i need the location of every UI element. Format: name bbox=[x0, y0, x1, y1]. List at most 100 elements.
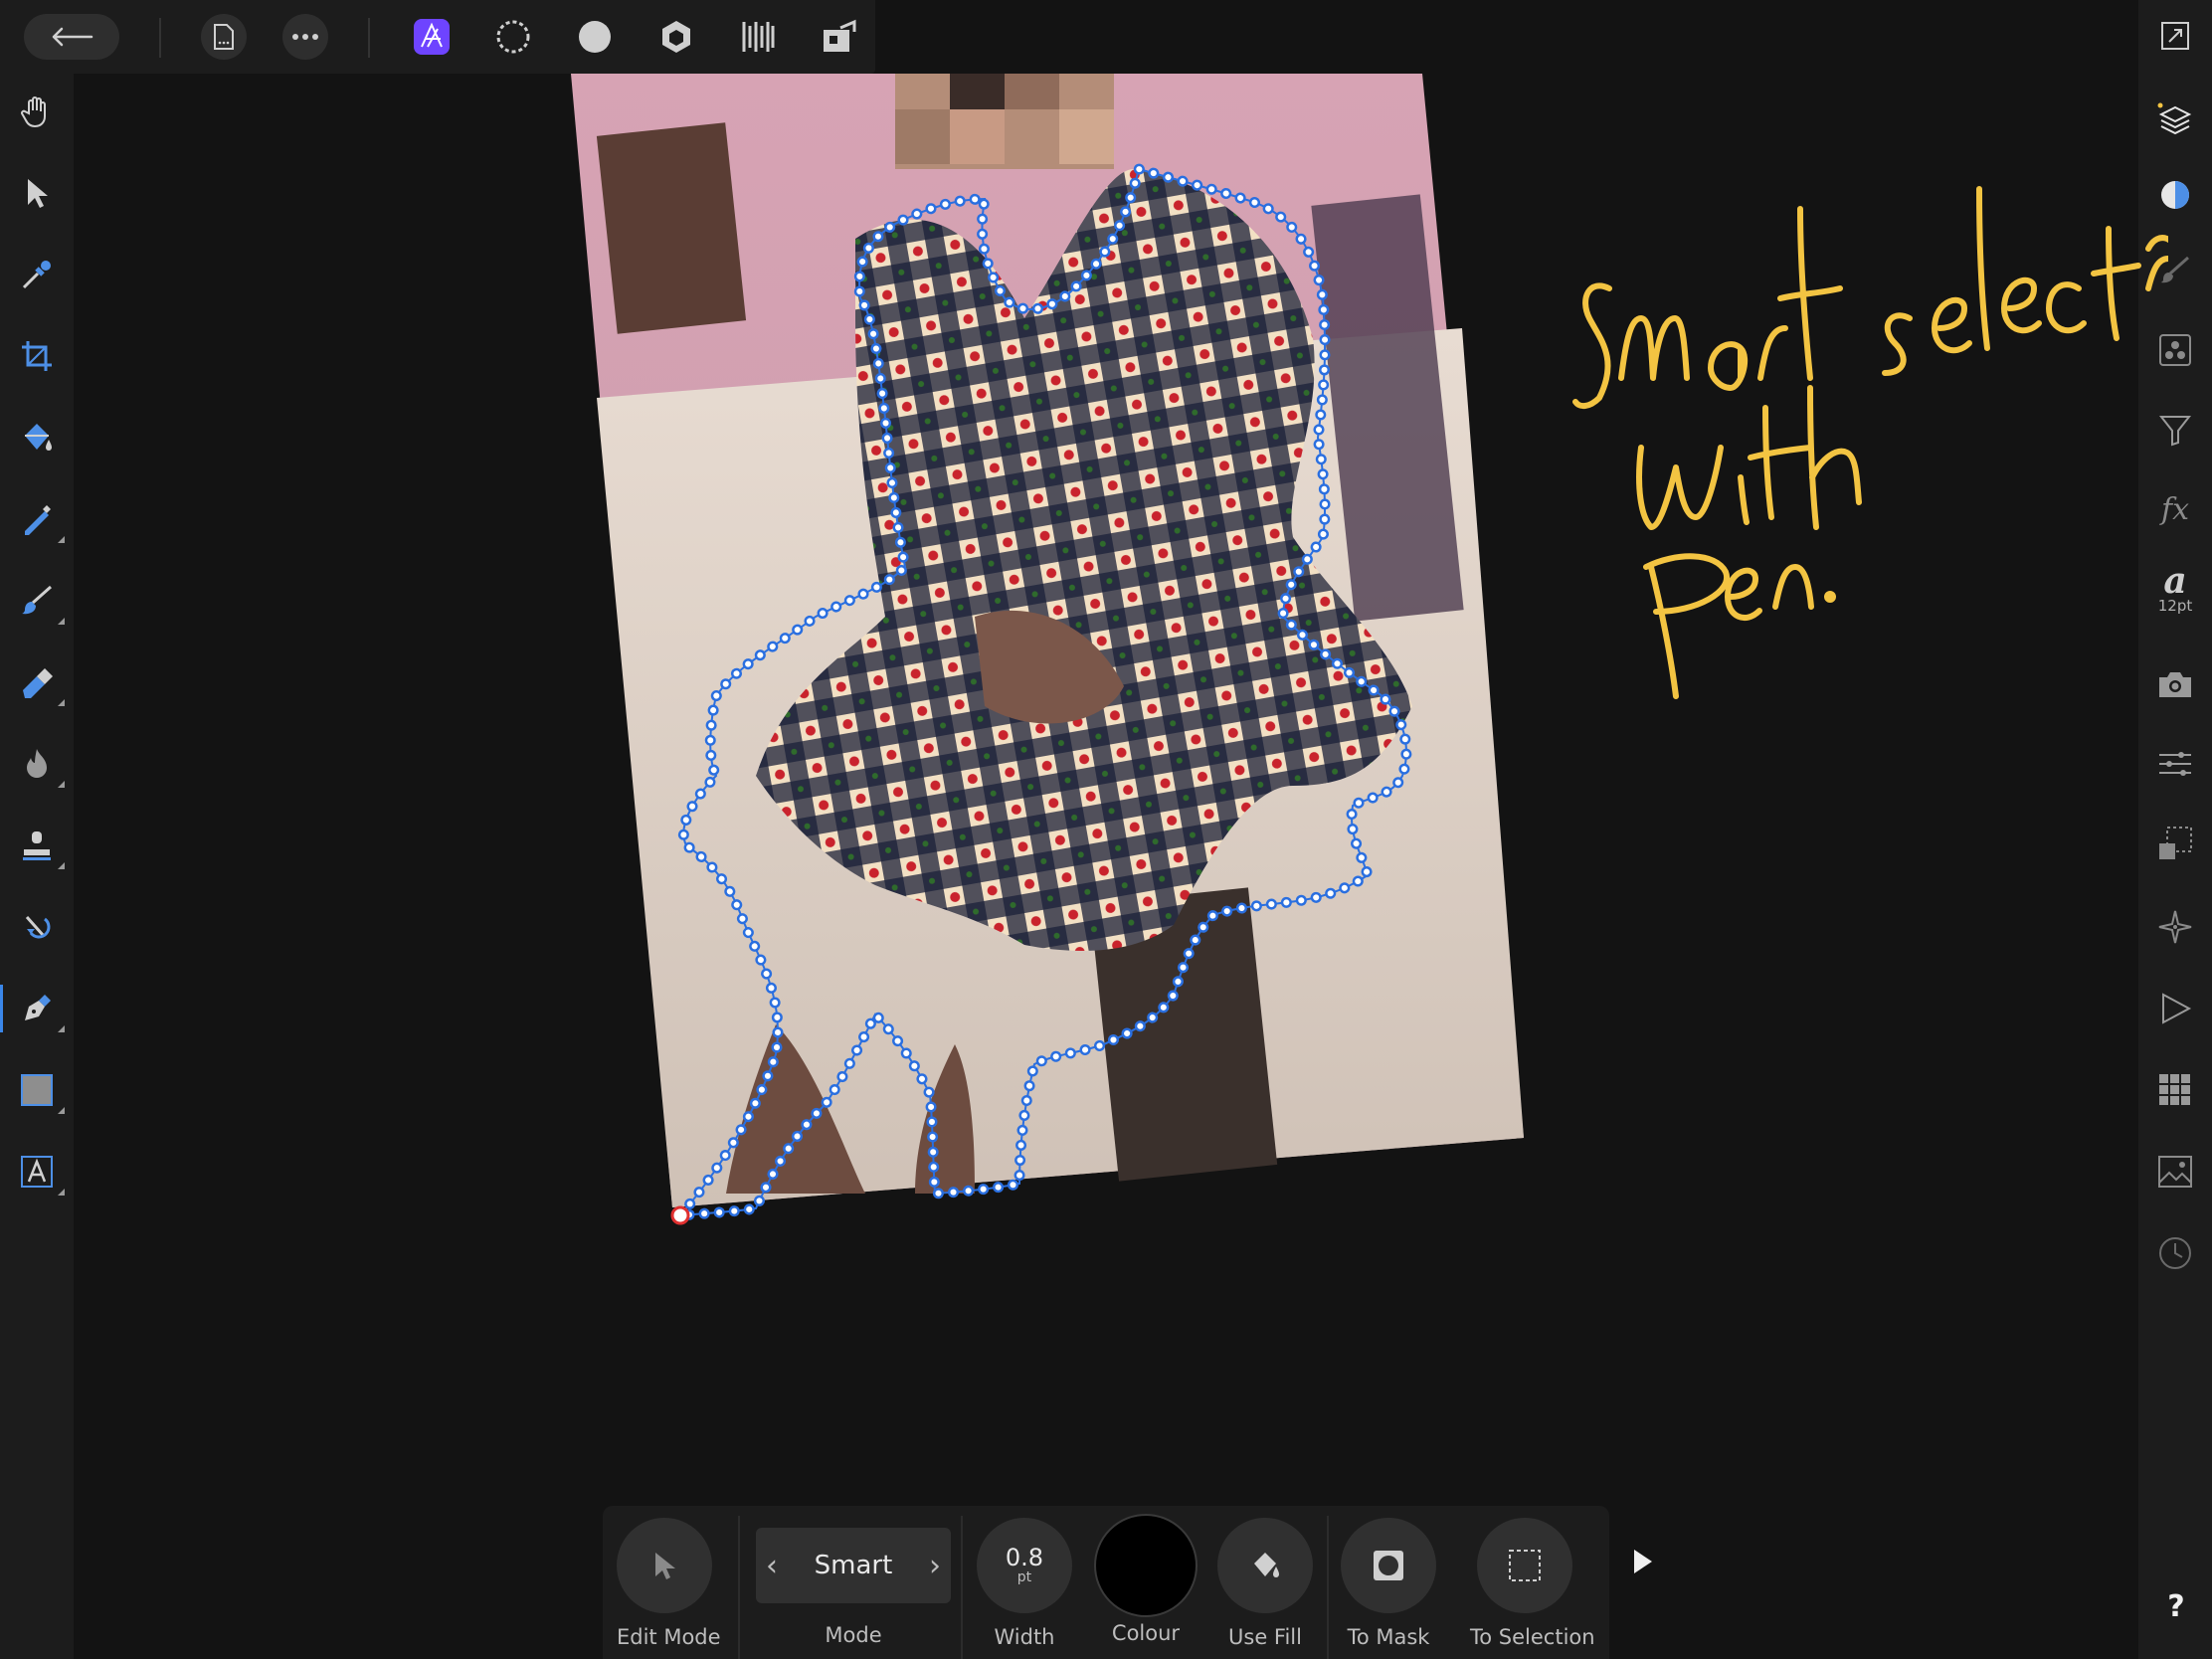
to-selection-label: To Selection bbox=[1470, 1625, 1595, 1649]
use-fill-button[interactable] bbox=[1217, 1518, 1313, 1613]
document-canvas[interactable] bbox=[74, 74, 2168, 1659]
develop-persona-icon bbox=[662, 21, 690, 53]
submenu-indicator bbox=[58, 1025, 65, 1032]
transform-studio-button[interactable] bbox=[2147, 736, 2203, 792]
colour-control[interactable]: Colour bbox=[1094, 1514, 1198, 1645]
liquify-persona-icon bbox=[742, 22, 775, 52]
view-tool[interactable] bbox=[9, 84, 65, 139]
mode-label: Mode bbox=[825, 1623, 882, 1647]
selection-marquee-icon bbox=[1509, 1550, 1541, 1581]
photo-cabinet bbox=[596, 122, 747, 334]
hand-icon bbox=[21, 96, 46, 128]
crop-icon bbox=[22, 341, 52, 371]
document-icon bbox=[214, 24, 234, 50]
photo-persona-button[interactable] bbox=[408, 13, 456, 61]
edit-mode-control[interactable]: Edit Mode bbox=[617, 1518, 721, 1649]
color-picker-icon bbox=[22, 261, 51, 289]
history-studio-button[interactable] bbox=[2147, 1225, 2203, 1281]
chevron-right-icon[interactable]: › bbox=[929, 1549, 941, 1583]
context-separator bbox=[961, 1516, 963, 1659]
mode-selector[interactable]: ‹ Smart › bbox=[756, 1528, 951, 1603]
rectangle-tool[interactable] bbox=[9, 1062, 65, 1118]
context-toolbar-expand-icon[interactable] bbox=[1631, 1548, 1655, 1575]
paint-brush-tool[interactable] bbox=[9, 573, 65, 629]
to-selection-control[interactable]: To Selection bbox=[1470, 1518, 1595, 1649]
width-unit: pt bbox=[1016, 1569, 1032, 1585]
navigator-icon bbox=[2159, 827, 2192, 859]
move-tool[interactable] bbox=[9, 165, 65, 221]
selection-persona-button[interactable] bbox=[489, 13, 537, 61]
chevron-left-icon[interactable]: ‹ bbox=[766, 1549, 778, 1583]
liquify-persona-button[interactable] bbox=[734, 13, 782, 61]
paint-brush-icon bbox=[22, 585, 52, 615]
handwritten-annotation bbox=[1572, 186, 2168, 699]
grid-icon bbox=[2159, 1074, 2190, 1105]
crop-tool[interactable] bbox=[9, 328, 65, 384]
submenu-indicator bbox=[58, 699, 65, 706]
tone-mapping-persona-icon bbox=[579, 21, 611, 53]
submenu-indicator bbox=[58, 618, 65, 625]
path-start-node[interactable] bbox=[670, 1205, 690, 1225]
width-button[interactable]: 0.8 pt bbox=[977, 1518, 1072, 1613]
undo-brush-tool[interactable] bbox=[9, 899, 65, 955]
pixelated-face bbox=[895, 74, 1114, 169]
compass-icon bbox=[2158, 910, 2192, 944]
edit-mode-button[interactable] bbox=[617, 1518, 712, 1613]
tools-panel bbox=[0, 74, 74, 1659]
submenu-indicator bbox=[58, 862, 65, 869]
pen-icon bbox=[25, 995, 51, 1020]
erase-brush-tool[interactable] bbox=[9, 654, 65, 710]
colour-swatch[interactable] bbox=[1094, 1514, 1198, 1617]
burn-brush-icon bbox=[27, 749, 47, 778]
back-button[interactable] bbox=[24, 14, 119, 60]
color-picker-tool[interactable] bbox=[9, 247, 65, 302]
width-control[interactable]: 0.8 pt Width bbox=[977, 1518, 1072, 1649]
submenu-indicator bbox=[58, 781, 65, 788]
transform-icon bbox=[2159, 752, 2191, 776]
tone-mapping-persona-button[interactable] bbox=[571, 13, 619, 61]
text-tool[interactable] bbox=[9, 1144, 65, 1199]
fullscreen-button[interactable] bbox=[2147, 8, 2203, 64]
clone-brush-icon bbox=[23, 831, 51, 860]
stock-studio-button[interactable] bbox=[2147, 1144, 2203, 1199]
help-button[interactable]: ? bbox=[2160, 1589, 2192, 1624]
toolbar-separator bbox=[368, 18, 370, 58]
develop-persona-button[interactable] bbox=[652, 13, 700, 61]
context-separator bbox=[738, 1516, 740, 1659]
toolbar-separator bbox=[159, 18, 161, 58]
to-mask-button[interactable] bbox=[1341, 1518, 1436, 1613]
erase-brush-icon bbox=[23, 668, 53, 698]
undo-brush-icon bbox=[25, 916, 51, 939]
top-toolbar bbox=[0, 0, 875, 74]
selection-persona-icon bbox=[496, 20, 530, 54]
width-value: 0.8 bbox=[1005, 1544, 1044, 1571]
submenu-indicator bbox=[58, 536, 65, 543]
to-mask-label: To Mask bbox=[1347, 1625, 1430, 1649]
burn-brush-tool[interactable] bbox=[9, 736, 65, 792]
export-persona-button[interactable] bbox=[816, 13, 863, 61]
photo-persona-icon bbox=[414, 19, 450, 55]
affinity-photo-app: fx a 12pt Edit Mode ‹ Smart › Mode 0.8 p… bbox=[0, 0, 2212, 1659]
selection-brush-icon bbox=[25, 505, 51, 535]
pen-tool[interactable] bbox=[0, 981, 65, 1036]
macro-studio-button[interactable] bbox=[2147, 899, 2203, 955]
mode-control[interactable]: ‹ Smart › Mode bbox=[756, 1518, 951, 1647]
width-label: Width bbox=[994, 1625, 1055, 1649]
play-studio-button[interactable] bbox=[2147, 981, 2203, 1036]
clone-brush-tool[interactable] bbox=[9, 818, 65, 873]
export-persona-icon bbox=[824, 19, 856, 52]
to-selection-button[interactable] bbox=[1477, 1518, 1572, 1613]
submenu-indicator bbox=[58, 1189, 65, 1196]
selection-brush-tool[interactable] bbox=[9, 491, 65, 547]
use-fill-control[interactable]: Use Fill bbox=[1217, 1518, 1313, 1649]
flood-fill-tool[interactable] bbox=[9, 410, 65, 465]
swatches-studio-button[interactable] bbox=[2147, 1062, 2203, 1118]
pointer-icon bbox=[655, 1553, 675, 1579]
use-fill-label: Use Fill bbox=[1228, 1625, 1302, 1649]
navigator-studio-button[interactable] bbox=[2147, 816, 2203, 871]
to-mask-control[interactable]: To Mask bbox=[1341, 1518, 1436, 1649]
history-icon bbox=[2159, 1237, 2191, 1269]
document-button[interactable] bbox=[201, 14, 247, 60]
edit-mode-label: Edit Mode bbox=[617, 1625, 721, 1649]
more-button[interactable] bbox=[282, 14, 328, 60]
